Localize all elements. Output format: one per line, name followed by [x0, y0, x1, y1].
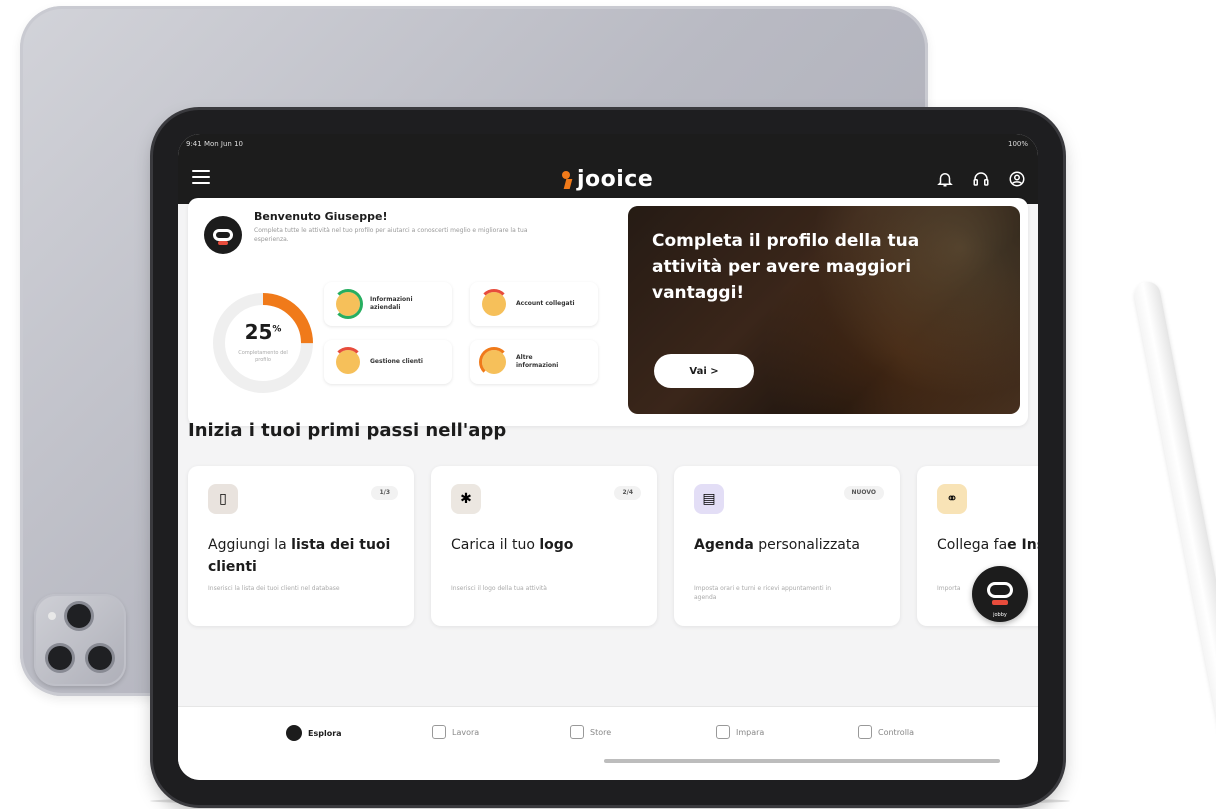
main-content: Benvenuto Giuseppe! Completa tutte le at…: [178, 198, 1038, 780]
chart-icon: [858, 725, 872, 739]
status-time: 9:41 Mon Jun 10: [186, 140, 243, 148]
step-badge: NUOVO: [843, 486, 884, 500]
tab-controlla[interactable]: Controlla: [858, 725, 914, 739]
status-bar: 9:41 Mon Jun 10 100%: [178, 134, 1038, 154]
task-label: Account collegati: [516, 300, 575, 307]
tab-label: Controlla: [878, 727, 915, 737]
welcome-title: Benvenuto Giuseppe!: [254, 210, 388, 223]
task-tile-gestione-clienti[interactable]: Gestione clienti: [324, 340, 452, 384]
tab-lavora[interactable]: Lavora: [432, 725, 479, 739]
tab-esplora[interactable]: Esplora: [286, 725, 342, 741]
flash-icon: [48, 612, 56, 620]
progress-number: 25: [244, 320, 273, 344]
tab-label: Lavora: [452, 727, 480, 737]
contacts-icon: ▯: [208, 484, 238, 514]
task-status-icon: [479, 289, 509, 316]
app-header: jooice: [178, 154, 1038, 204]
task-tile-altre-informazioni[interactable]: Altre informazioni: [470, 340, 598, 384]
step-desc: Inserisci il logo della tua attività: [451, 585, 547, 592]
bottom-nav: Esplora Lavora Store Impara Controlla: [178, 706, 1038, 780]
tab-impara[interactable]: Impara: [716, 725, 764, 739]
user-icon[interactable]: [1008, 170, 1026, 188]
store-icon: [570, 725, 584, 739]
app-screen: 9:41 Mon Jun 10 100% jooice Benvenuto Gi…: [178, 134, 1038, 780]
logo-text: jooice: [577, 166, 654, 192]
task-tile-informazioni-aziendali[interactable]: Informazioni aziendali: [324, 282, 452, 326]
logo-upload-icon: ✱: [451, 484, 481, 514]
step-card-agenda[interactable]: ▤ NUOVO Agenda personalizzata Imposta or…: [674, 466, 900, 626]
app-logo: jooice: [560, 164, 653, 194]
task-label: Altre informazioni: [516, 354, 559, 369]
promo-banner: Completa il profilo della tua attività p…: [628, 206, 1020, 414]
step-title: Collega fae Ins: [937, 537, 1038, 553]
status-indicators: 100%: [1007, 140, 1028, 148]
step-card-clienti[interactable]: ▯ 1/3 Aggiungi la lista dei tuoi clienti…: [188, 466, 414, 626]
promo-text: Completa il profilo della tua attività p…: [652, 231, 920, 303]
section-title: Inizia i tuoi primi passi nell'app: [188, 420, 507, 441]
camera-lens-icon: [88, 646, 112, 670]
step-title: Carica il tuo logo: [451, 537, 574, 553]
tab-label: Esplora: [308, 728, 342, 738]
tab-store[interactable]: Store: [570, 725, 611, 739]
compass-icon: [286, 725, 302, 741]
graduation-cap-icon: [716, 725, 730, 739]
link-icon: ⚭: [937, 484, 967, 514]
step-title: Agenda personalizzata: [694, 537, 860, 553]
grid-icon: [432, 725, 446, 739]
assistant-label: jobby: [993, 612, 1007, 618]
assistant-avatar-icon: [204, 216, 242, 254]
task-status-icon: [333, 289, 363, 319]
menu-icon[interactable]: [192, 170, 210, 184]
headset-icon[interactable]: [972, 170, 990, 188]
task-label: Informazioni aziendali: [370, 296, 413, 311]
calendar-icon: ▤: [694, 484, 724, 514]
step-badge: 2/4: [614, 486, 641, 500]
task-status-icon: [333, 347, 363, 374]
header-actions: [936, 170, 1026, 188]
camera-lens-icon: [48, 646, 72, 670]
step-desc: Imposta orari e turni e ricevi appuntame…: [694, 585, 832, 601]
camera-module: [34, 594, 126, 686]
step-badge: 1/3: [371, 486, 398, 500]
welcome-text: Completa tutte le attività nel tuo profi…: [254, 227, 528, 243]
camera-lens-icon: [67, 604, 91, 628]
home-indicator: [604, 759, 1000, 763]
progress-unit: %: [272, 324, 282, 335]
tablet-front: 9:41 Mon Jun 10 100% jooice Benvenuto Gi…: [153, 110, 1063, 805]
bell-icon[interactable]: [936, 170, 954, 188]
welcome-card: Benvenuto Giuseppe! Completa tutte le at…: [188, 198, 1028, 426]
step-card-logo[interactable]: ✱ 2/4 Carica il tuo logo Inserisci il lo…: [431, 466, 657, 626]
tab-label: Store: [590, 727, 612, 737]
logo-mark-icon: [560, 169, 574, 189]
promo-go-button[interactable]: Vai >: [654, 354, 754, 388]
tab-label: Impara: [736, 727, 765, 737]
progress-caption: Completamento del profilo: [238, 350, 288, 363]
task-status-icon: [479, 347, 509, 377]
task-tile-account-collegati[interactable]: Account collegati: [470, 282, 598, 326]
stylus-pencil: [1132, 279, 1216, 803]
progress-value: 25%: [208, 320, 318, 344]
step-desc: Inserisci la lista dei tuoi clienti nel …: [208, 585, 340, 592]
step-title: Aggiungi la lista dei tuoi clienti: [208, 537, 391, 575]
task-label: Gestione clienti: [370, 358, 423, 365]
